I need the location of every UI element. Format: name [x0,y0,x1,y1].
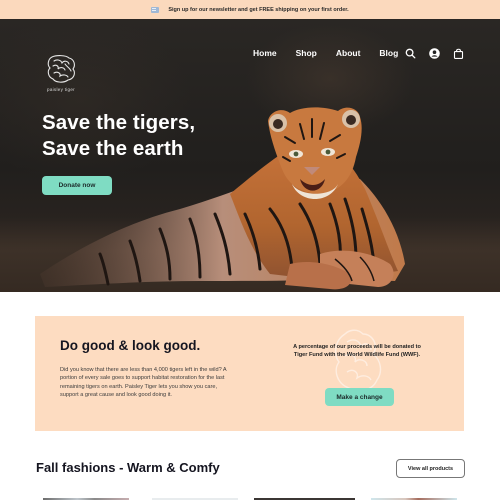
nav-about[interactable]: About [336,48,361,58]
hero-title-line-2: Save the earth [42,137,184,160]
account-icon[interactable] [429,48,440,59]
shopping-bag-icon[interactable] [453,48,464,59]
products-section-title: Fall fashions - Warm & Comfy [36,460,220,475]
hero-title: Save the tigers, Save the earth [42,110,195,162]
donate-now-button[interactable]: Donate now [42,176,112,195]
brand-logo[interactable]: paisley tiger [44,53,78,95]
nav-shop[interactable]: Shop [296,48,317,58]
search-icon[interactable] [405,48,416,59]
newsletter-icon [151,6,160,13]
brand-name: paisley tiger [47,87,75,92]
nav-home[interactable]: Home [253,48,277,58]
announcement-bar[interactable]: Sign up for our newsletter and get FREE … [0,0,500,19]
tiger-watermark-icon [334,329,382,392]
make-a-change-button[interactable]: Make a change [325,388,394,406]
announcement-text[interactable]: Sign up for our newsletter and get FREE … [168,7,348,13]
view-all-products-button[interactable]: View all products [396,459,465,478]
main-nav: Home Shop About Blog [253,48,398,58]
nav-icons [405,48,464,59]
nav-blog[interactable]: Blog [379,48,398,58]
hero-title-line-1: Save the tigers, [42,111,196,134]
proceeds-text: A percentage of our proceeds will be don… [293,344,421,359]
tiger-logo-icon [47,55,75,83]
do-good-body: Did you know that there are less than 4,… [60,367,227,398]
hero-section: paisley tiger Home Shop About Blog Save … [0,19,500,292]
do-good-section: Do good & look good. Did you know that t… [35,316,464,431]
do-good-heading: Do good & look good. [60,338,201,353]
